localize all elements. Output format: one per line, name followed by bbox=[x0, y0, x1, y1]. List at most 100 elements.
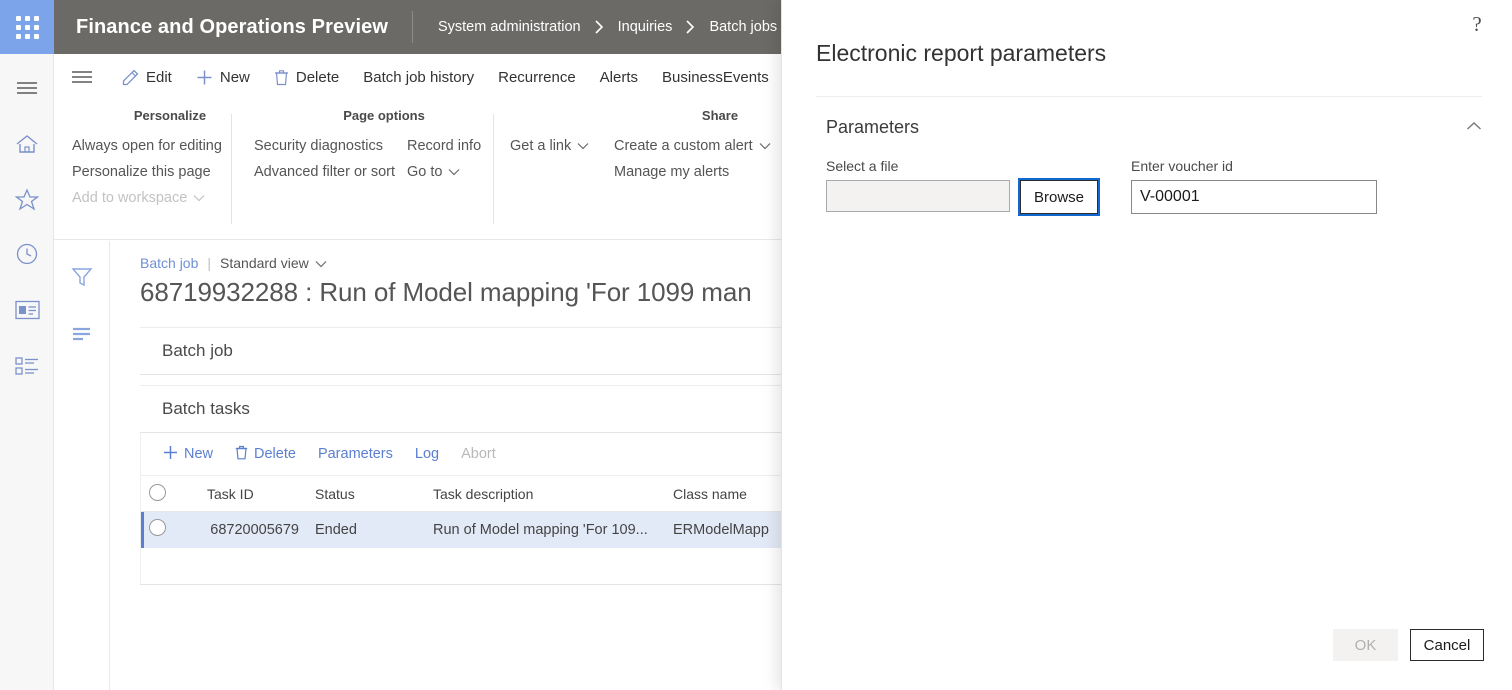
breadcrumb-item-0[interactable]: System administration bbox=[438, 19, 581, 35]
batch-job-history-button[interactable]: Batch job history bbox=[351, 54, 486, 100]
trash-icon bbox=[274, 69, 289, 86]
batch-job-history-label: Batch job history bbox=[363, 68, 475, 86]
chevron-down-icon bbox=[448, 159, 460, 185]
always-open-for-editing-label: Always open for editing bbox=[72, 138, 222, 154]
go-to-link[interactable]: Go to bbox=[407, 159, 481, 185]
create-a-custom-alert-link[interactable]: Create a custom alert bbox=[614, 133, 771, 159]
edit-button-label: Edit bbox=[146, 68, 172, 86]
recurrence-label: Recurrence bbox=[498, 68, 576, 86]
app-launcher-icon[interactable] bbox=[0, 0, 54, 54]
chevron-up-icon[interactable] bbox=[1466, 118, 1482, 136]
pencil-icon bbox=[122, 69, 139, 86]
new-button[interactable]: New bbox=[184, 54, 262, 100]
select-a-file-input[interactable] bbox=[826, 180, 1010, 212]
select-all-header[interactable] bbox=[141, 475, 199, 512]
fasttab-batch-tasks-label: Batch tasks bbox=[162, 399, 250, 418]
manage-my-alerts-label: Manage my alerts bbox=[614, 164, 730, 180]
chevron-right-icon bbox=[594, 19, 605, 35]
get-a-link-label: Get a link bbox=[510, 138, 572, 154]
parameters-section-header[interactable]: Parameters bbox=[826, 110, 1482, 144]
grid-new-button[interactable]: New bbox=[153, 433, 223, 475]
grid-log-button[interactable]: Log bbox=[405, 433, 449, 475]
ribbon-group-page-options: Page options Security diagnostics Advanc… bbox=[254, 108, 514, 185]
plus-icon bbox=[196, 69, 213, 86]
cell-task-id: 68720005679 bbox=[199, 511, 307, 548]
ribbon-group-personalize-title: Personalize bbox=[133, 108, 207, 123]
add-to-workspace-label: Add to workspace bbox=[72, 190, 188, 206]
chevron-down-icon bbox=[577, 133, 589, 159]
row-select-cell[interactable] bbox=[141, 511, 199, 548]
view-selector-label: Standard view bbox=[220, 255, 309, 271]
ribbon-separator-2 bbox=[493, 114, 494, 224]
parameters-section-title: Parameters bbox=[826, 116, 920, 137]
new-button-label: New bbox=[219, 68, 250, 86]
enter-voucher-id-input[interactable] bbox=[1131, 180, 1377, 214]
grid-abort-button[interactable]: Abort bbox=[451, 433, 506, 475]
star-icon[interactable] bbox=[0, 175, 54, 223]
grid-log-label: Log bbox=[414, 446, 440, 462]
select-all-radio[interactable] bbox=[149, 483, 166, 501]
command-bar-hamburger-icon[interactable] bbox=[54, 54, 110, 100]
dialog-title: Electronic report parameters bbox=[816, 40, 1107, 66]
ok-button[interactable]: OK bbox=[1333, 629, 1398, 661]
dialog-title-divider bbox=[816, 96, 1482, 97]
hamburger-icon[interactable] bbox=[0, 64, 54, 112]
recurrence-button[interactable]: Recurrence bbox=[486, 54, 588, 100]
col-status[interactable]: Status bbox=[307, 475, 425, 512]
left-nav-rail bbox=[0, 54, 54, 690]
clock-icon[interactable] bbox=[0, 230, 54, 278]
ribbon-separator-1 bbox=[231, 114, 232, 224]
related-info-icon[interactable] bbox=[54, 309, 110, 357]
ribbon-group-personalize: Personalize Always open for editing Pers… bbox=[72, 108, 268, 211]
col-task-id[interactable]: Task ID bbox=[199, 475, 307, 512]
parameters-fields: Select a file Browse Enter voucher id bbox=[826, 158, 1486, 238]
chevron-down-icon bbox=[759, 133, 771, 159]
cancel-button[interactable]: Cancel bbox=[1410, 629, 1484, 661]
trash-icon bbox=[235, 445, 248, 464]
manage-my-alerts-link[interactable]: Manage my alerts bbox=[614, 159, 771, 185]
record-info-label: Record info bbox=[407, 138, 482, 154]
business-events-label: BusinessEvents bbox=[662, 68, 769, 86]
grid-new-label: New bbox=[184, 446, 214, 462]
record-info-link[interactable]: Record info bbox=[407, 133, 481, 159]
enter-voucher-id-label: Enter voucher id bbox=[1131, 158, 1233, 174]
browse-button[interactable]: Browse bbox=[1017, 178, 1101, 216]
advanced-filter-or-sort-link[interactable]: Advanced filter or sort bbox=[254, 159, 407, 185]
delete-button-label: Delete bbox=[295, 68, 340, 86]
get-a-link-link[interactable]: Get a link bbox=[510, 133, 614, 159]
business-events-button[interactable]: BusinessEvents bbox=[650, 54, 781, 100]
col-task-description[interactable]: Task description bbox=[425, 475, 665, 512]
edit-button[interactable]: Edit bbox=[110, 54, 184, 100]
help-icon[interactable]: ? bbox=[1462, 9, 1492, 39]
batch-job-breadcrumb-link[interactable]: Batch job bbox=[140, 255, 198, 271]
always-open-for-editing-link[interactable]: Always open for editing bbox=[72, 133, 222, 159]
crumb-divider: | bbox=[207, 255, 212, 271]
security-diagnostics-label: Security diagnostics bbox=[254, 138, 383, 154]
breadcrumb-item-2[interactable]: Batch jobs bbox=[709, 19, 777, 35]
modules-icon[interactable] bbox=[0, 342, 54, 390]
fasttab-batch-job-label: Batch job bbox=[162, 341, 233, 360]
breadcrumb-item-1[interactable]: Inquiries bbox=[618, 19, 673, 35]
breadcrumb: System administration Inquiries Batch jo… bbox=[413, 0, 777, 54]
personalize-this-page-label: Personalize this page bbox=[72, 164, 211, 180]
workspaces-icon[interactable] bbox=[0, 286, 54, 334]
page-side-strip bbox=[54, 241, 110, 690]
delete-button[interactable]: Delete bbox=[262, 54, 351, 100]
add-to-workspace-link[interactable]: Add to workspace bbox=[72, 185, 222, 211]
chevron-down-icon bbox=[193, 185, 205, 211]
grid-delete-button[interactable]: Delete bbox=[225, 433, 306, 475]
personalize-this-page-link[interactable]: Personalize this page bbox=[72, 159, 222, 185]
view-selector[interactable]: Standard view bbox=[220, 255, 327, 271]
advanced-filter-or-sort-label: Advanced filter or sort bbox=[254, 164, 396, 180]
alerts-label: Alerts bbox=[599, 68, 639, 86]
row-select-radio[interactable] bbox=[149, 519, 166, 537]
grid-parameters-label: Parameters bbox=[317, 446, 393, 462]
grid-parameters-button[interactable]: Parameters bbox=[308, 433, 403, 475]
home-icon[interactable] bbox=[0, 120, 54, 168]
waffle-grid bbox=[15, 15, 39, 39]
ribbon-group-share: Share Get a link Create a custom alert M… bbox=[510, 108, 820, 185]
go-to-label: Go to bbox=[407, 164, 443, 180]
security-diagnostics-link[interactable]: Security diagnostics bbox=[254, 133, 407, 159]
alerts-button[interactable]: Alerts bbox=[588, 54, 650, 100]
filter-icon[interactable] bbox=[54, 253, 110, 301]
